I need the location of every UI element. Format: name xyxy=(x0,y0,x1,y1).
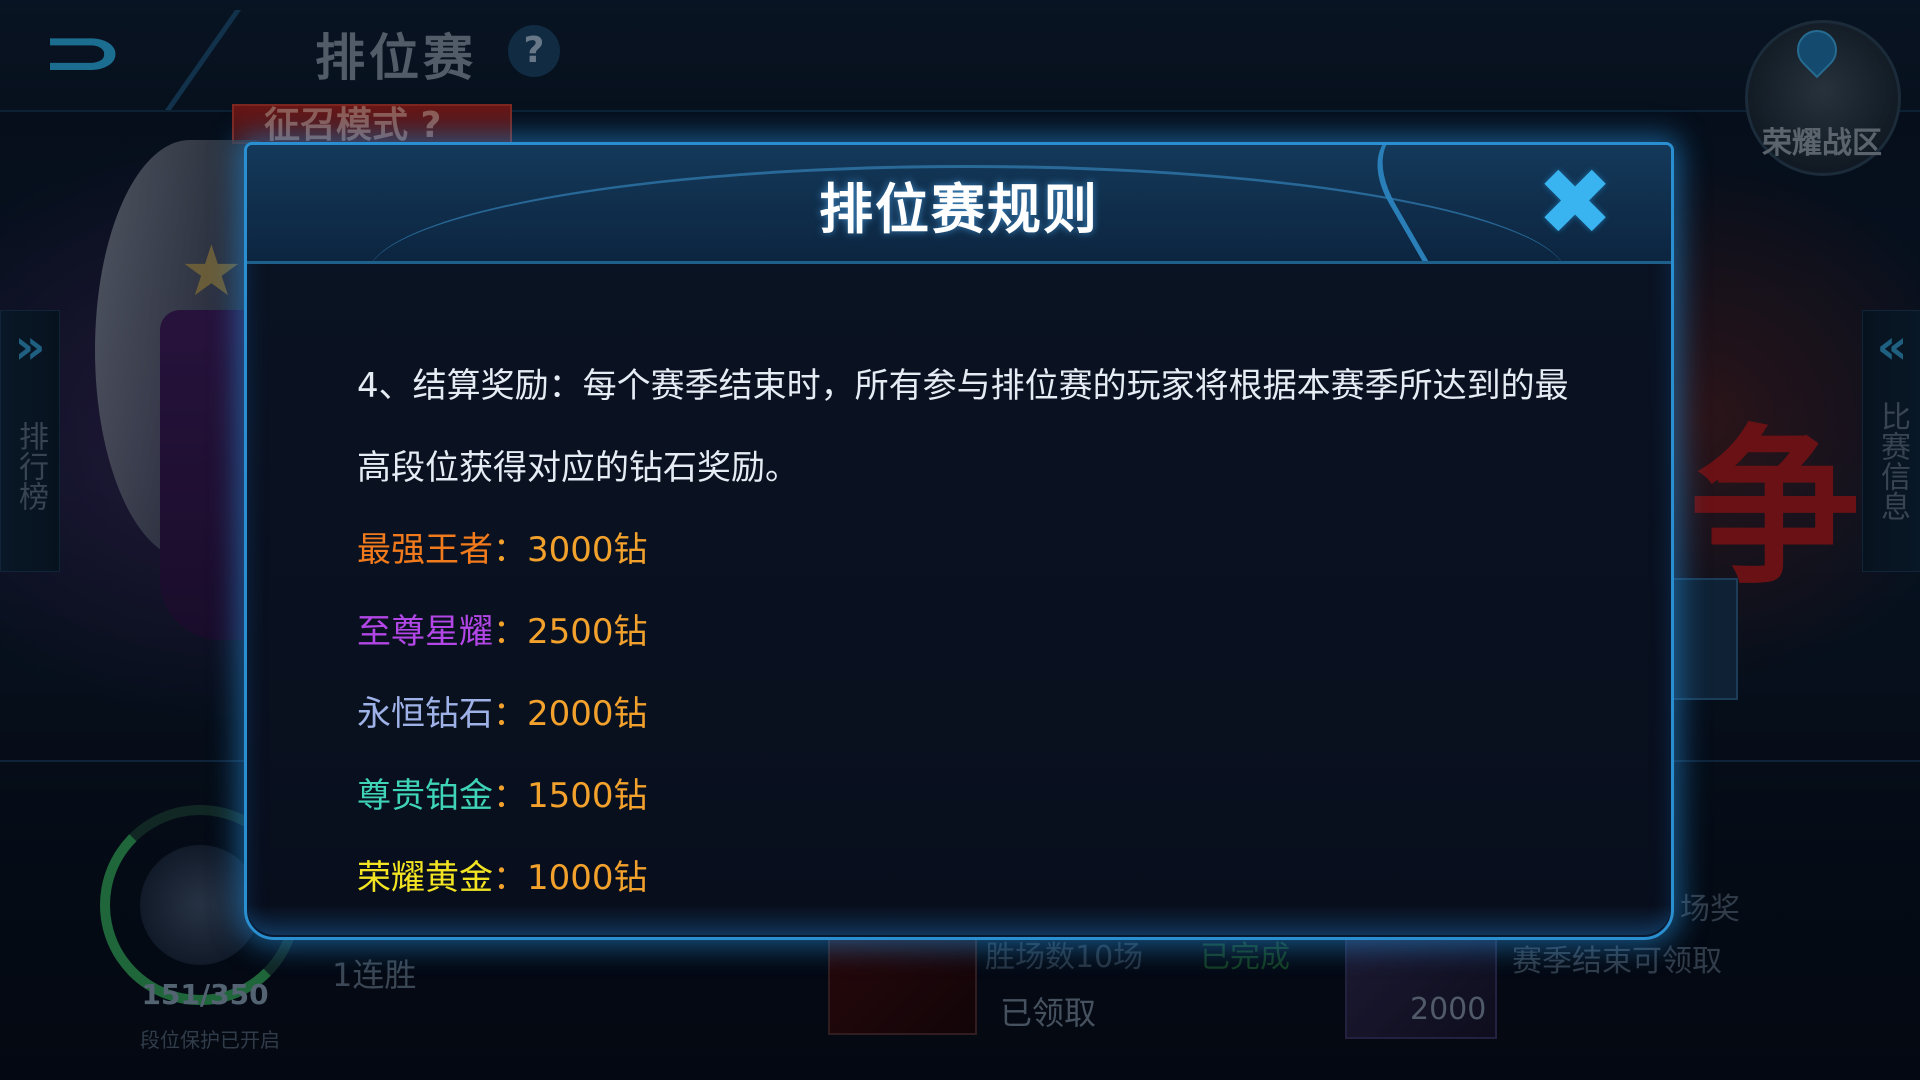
tier-reward-value: 2000钻 xyxy=(527,694,648,734)
tier-separator: ： xyxy=(493,530,527,570)
tier-reward-row: 至尊星耀：2500钻 xyxy=(357,591,1577,673)
dialog-title: 排位赛规则 xyxy=(819,178,1099,241)
rules-content: 4、结算奖励：每个赛季结束时，所有参与排位赛的玩家将根据本赛季所达到的最高段位获… xyxy=(357,345,1577,919)
tier-separator: ： xyxy=(493,776,527,816)
tier-reward-value: 3000钻 xyxy=(527,530,648,570)
tier-separator: ： xyxy=(493,858,527,898)
dialog-header: 排位赛规则 ✖ xyxy=(247,145,1671,264)
tier-reward-value: 1500钻 xyxy=(527,776,648,816)
tier-name: 至尊星耀 xyxy=(357,612,493,652)
tier-separator: ： xyxy=(493,612,527,652)
dialog-bottom-glow xyxy=(247,905,1671,935)
tier-reward-value: 2500钻 xyxy=(527,612,648,652)
tier-reward-row: 最强王者：3000钻 xyxy=(357,509,1577,591)
tier-reward-row: 尊贵铂金：1500钻 xyxy=(357,755,1577,837)
rules-dialog: 排位赛规则 ✖ 4、结算奖励：每个赛季结束时，所有参与排位赛的玩家将根据本赛季所… xyxy=(244,142,1674,940)
tier-reward-row: 永恒钻石：2000钻 xyxy=(357,673,1577,755)
tier-name: 荣耀黄金 xyxy=(357,858,493,898)
tier-name: 尊贵铂金 xyxy=(357,776,493,816)
tier-name: 永恒钻石 xyxy=(357,694,493,734)
tier-reward-list: 最强王者：3000钻 至尊星耀：2500钻 永恒钻石：2000钻 尊贵铂金：1500钻… xyxy=(357,509,1577,919)
close-icon[interactable]: ✖ xyxy=(1535,157,1615,249)
tier-name: 最强王者 xyxy=(357,530,493,570)
tier-separator: ： xyxy=(493,694,527,734)
tier-reward-value: 1000钻 xyxy=(527,858,648,898)
rules-paragraph: 4、结算奖励：每个赛季结束时，所有参与排位赛的玩家将根据本赛季所达到的最高段位获… xyxy=(357,366,1569,488)
